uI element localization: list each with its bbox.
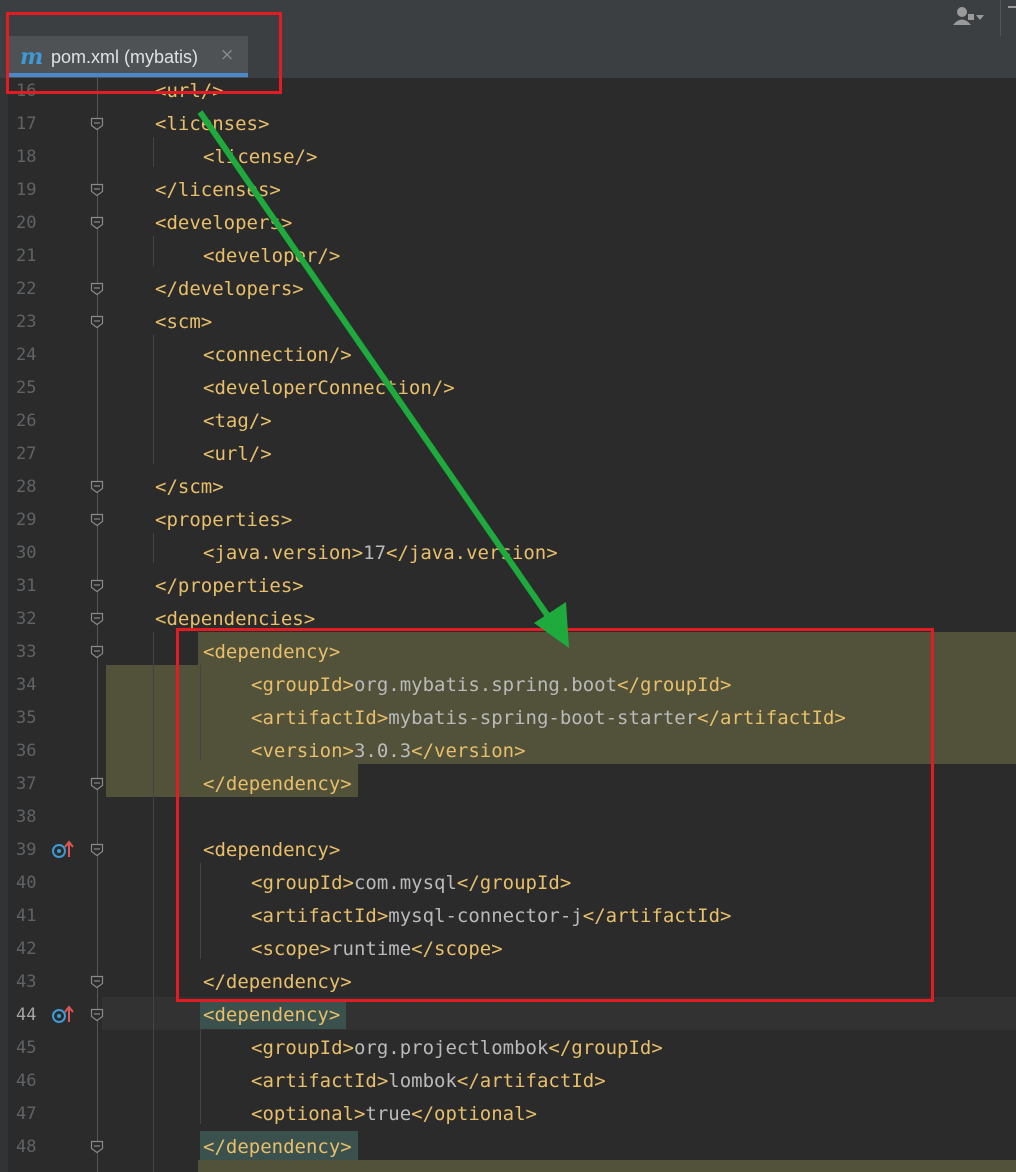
green-arrow-annotation [197, 110, 569, 648]
